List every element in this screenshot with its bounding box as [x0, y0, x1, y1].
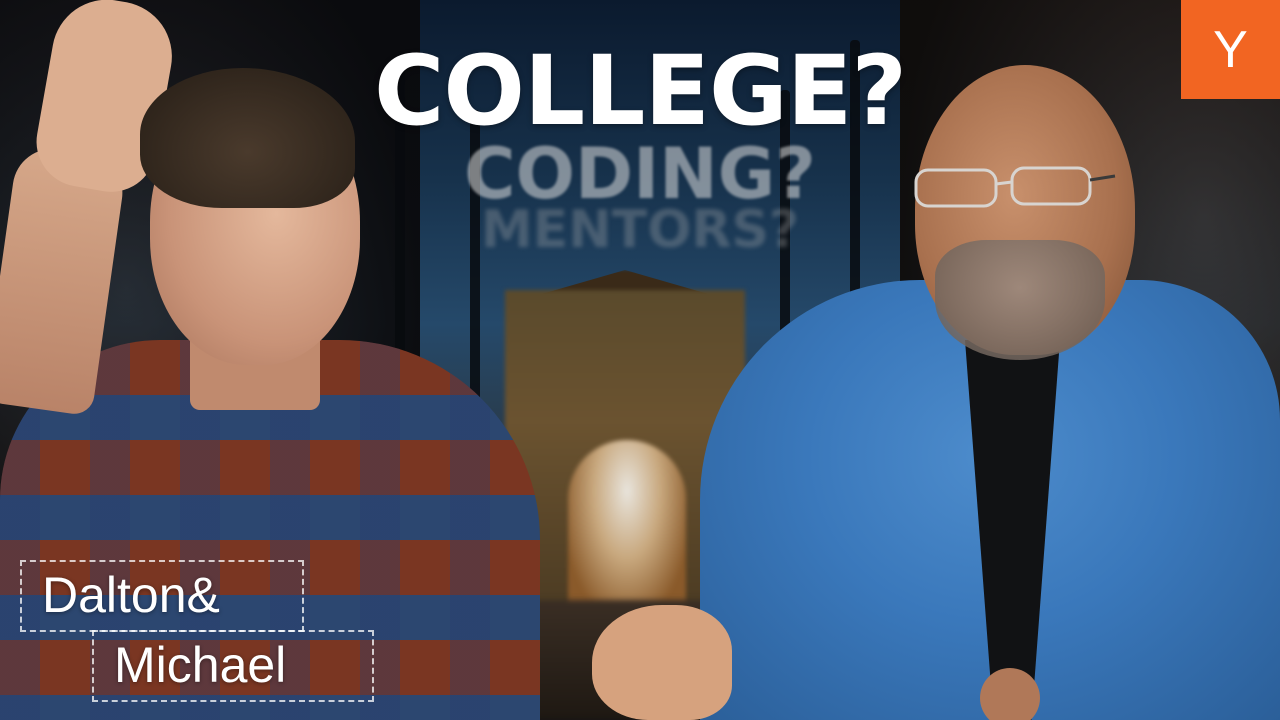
logo-letter: Y	[1213, 20, 1248, 79]
name-label-second: Michael	[92, 630, 374, 702]
thumbnail: CODING? MENTORS? COLLEGE? Y Dalton& Mich…	[0, 0, 1280, 720]
headline-primary: COLLEGE?	[373, 35, 907, 147]
right-person-hand	[592, 605, 732, 720]
building-archway	[568, 440, 686, 610]
y-logo-icon: Y	[1181, 0, 1280, 99]
right-person-beard	[935, 240, 1105, 360]
name-label-first: Dalton&	[20, 560, 304, 632]
right-person-other-hand	[980, 668, 1040, 720]
glasses-icon	[914, 166, 1116, 208]
